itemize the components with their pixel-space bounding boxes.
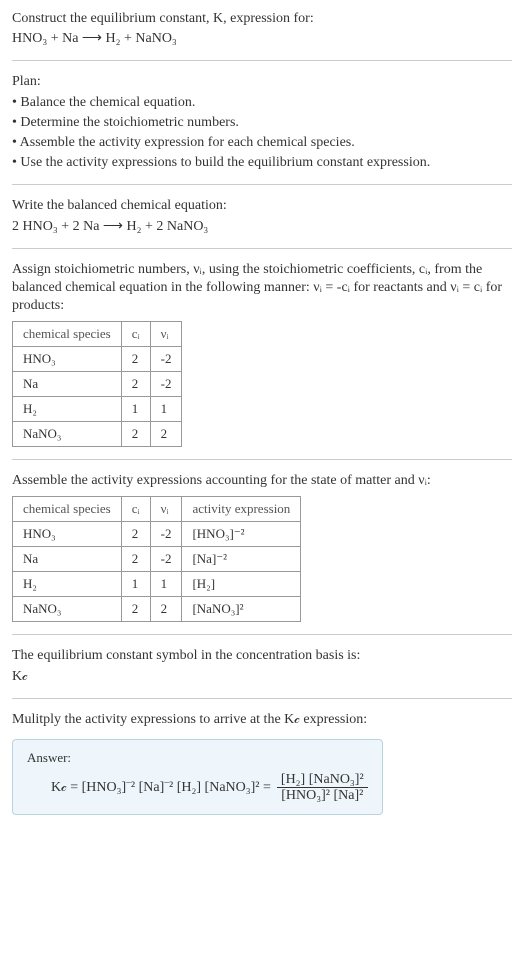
intro-text1: Construct the equilibrium constant, K, e… [12, 11, 314, 26]
activity-section: Assemble the activity expressions accoun… [12, 472, 512, 622]
kc-lhs: K𝒸 = [HNO₃]⁻² [Na]⁻² [H₂] [NaNO₃]² = [51, 780, 271, 796]
cell-species: Na [13, 372, 122, 397]
cell-species: NaNO₃ [13, 422, 122, 447]
table-row: Na 2 -2 [Na]⁻² [13, 547, 301, 572]
cell-vi: -2 [150, 522, 182, 547]
col-species: chemical species [13, 497, 122, 522]
table-row: NaNO₃ 2 2 [13, 422, 182, 447]
cell-species: Na [13, 547, 122, 572]
divider [12, 459, 512, 460]
symbol-line1: The equilibrium constant symbol in the c… [12, 647, 512, 665]
cell-vi: 1 [150, 572, 182, 597]
cell-ci: 1 [121, 397, 150, 422]
cell-species: NaNO₃ [13, 597, 122, 622]
cell-activity: [Na]⁻² [182, 547, 301, 572]
divider [12, 698, 512, 699]
plan-header: Plan: [12, 73, 512, 91]
cell-species: HNO₃ [13, 522, 122, 547]
answer-box: Answer: K𝒸 = [HNO₃]⁻² [Na]⁻² [H₂] [NaNO₃… [12, 739, 383, 815]
cell-vi: -2 [150, 347, 182, 372]
cell-ci: 2 [121, 372, 150, 397]
plan-bullet-1: • Balance the chemical equation. [12, 94, 512, 112]
divider [12, 248, 512, 249]
divider [12, 634, 512, 635]
multiply-section: Mulitply the activity expressions to arr… [12, 711, 512, 815]
symbol-kc: K𝒸 [12, 668, 512, 686]
cell-species: HNO₃ [13, 347, 122, 372]
kc-fraction: [H₂] [NaNO₃]² [HNO₃]² [Na]² [277, 772, 368, 804]
table-row: HNO₃ 2 -2 [13, 347, 182, 372]
activity-table: chemical species cᵢ νᵢ activity expressi… [12, 496, 301, 622]
answer-label: Answer: [27, 750, 368, 766]
balanced-line1: Write the balanced chemical equation: [12, 197, 512, 215]
cell-ci: 1 [121, 572, 150, 597]
stoich-table: chemical species cᵢ νᵢ HNO₃ 2 -2 Na 2 -2… [12, 321, 182, 447]
kc-expression: K𝒸 = [HNO₃]⁻² [Na]⁻² [H₂] [NaNO₃]² = [H₂… [51, 772, 368, 804]
symbol-section: The equilibrium constant symbol in the c… [12, 647, 512, 685]
cell-ci: 2 [121, 347, 150, 372]
kc-numerator: [H₂] [NaNO₃]² [277, 772, 368, 788]
stoich-text: Assign stoichiometric numbers, νᵢ, using… [12, 261, 512, 316]
col-ci: cᵢ [121, 497, 150, 522]
balanced-section: Write the balanced chemical equation: 2 … [12, 197, 512, 235]
table-row: HNO₃ 2 -2 [HNO₃]⁻² [13, 522, 301, 547]
activity-text: Assemble the activity expressions accoun… [12, 472, 512, 490]
cell-species: H₂ [13, 572, 122, 597]
divider [12, 184, 512, 185]
balanced-equation: 2 HNO₃ + 2 Na ⟶ H₂ + 2 NaNO₃ [12, 218, 512, 236]
cell-ci: 2 [121, 422, 150, 447]
cell-vi: 1 [150, 397, 182, 422]
table-row: Na 2 -2 [13, 372, 182, 397]
table-header-row: chemical species cᵢ νᵢ [13, 322, 182, 347]
intro-equation: HNO₃ + Na ⟶ H₂ + NaNO₃ [12, 31, 177, 46]
kc-denominator: [HNO₃]² [Na]² [277, 788, 367, 803]
stoich-section: Assign stoichiometric numbers, νᵢ, using… [12, 261, 512, 448]
plan-section: Plan: • Balance the chemical equation. •… [12, 73, 512, 172]
intro-line2: HNO₃ + Na ⟶ H₂ + NaNO₃ [12, 30, 512, 48]
multiply-text: Mulitply the activity expressions to arr… [12, 711, 512, 729]
intro-section: Construct the equilibrium constant, K, e… [12, 10, 512, 48]
plan-bullet-4: • Use the activity expressions to build … [12, 154, 512, 172]
cell-activity: [H₂] [182, 572, 301, 597]
table-row: H₂ 1 1 [H₂] [13, 572, 301, 597]
cell-vi: -2 [150, 372, 182, 397]
cell-vi: 2 [150, 597, 182, 622]
col-species: chemical species [13, 322, 122, 347]
cell-vi: -2 [150, 547, 182, 572]
cell-vi: 2 [150, 422, 182, 447]
plan-bullet-3: • Assemble the activity expression for e… [12, 134, 512, 152]
cell-activity: [NaNO₃]² [182, 597, 301, 622]
cell-species: H₂ [13, 397, 122, 422]
col-ci: cᵢ [121, 322, 150, 347]
table-header-row: chemical species cᵢ νᵢ activity expressi… [13, 497, 301, 522]
col-vi: νᵢ [150, 322, 182, 347]
col-vi: νᵢ [150, 497, 182, 522]
cell-ci: 2 [121, 522, 150, 547]
plan-bullet-2: • Determine the stoichiometric numbers. [12, 114, 512, 132]
cell-activity: [HNO₃]⁻² [182, 522, 301, 547]
intro-line1: Construct the equilibrium constant, K, e… [12, 10, 512, 28]
table-row: H₂ 1 1 [13, 397, 182, 422]
table-row: NaNO₃ 2 2 [NaNO₃]² [13, 597, 301, 622]
divider [12, 60, 512, 61]
cell-ci: 2 [121, 597, 150, 622]
col-activity: activity expression [182, 497, 301, 522]
cell-ci: 2 [121, 547, 150, 572]
